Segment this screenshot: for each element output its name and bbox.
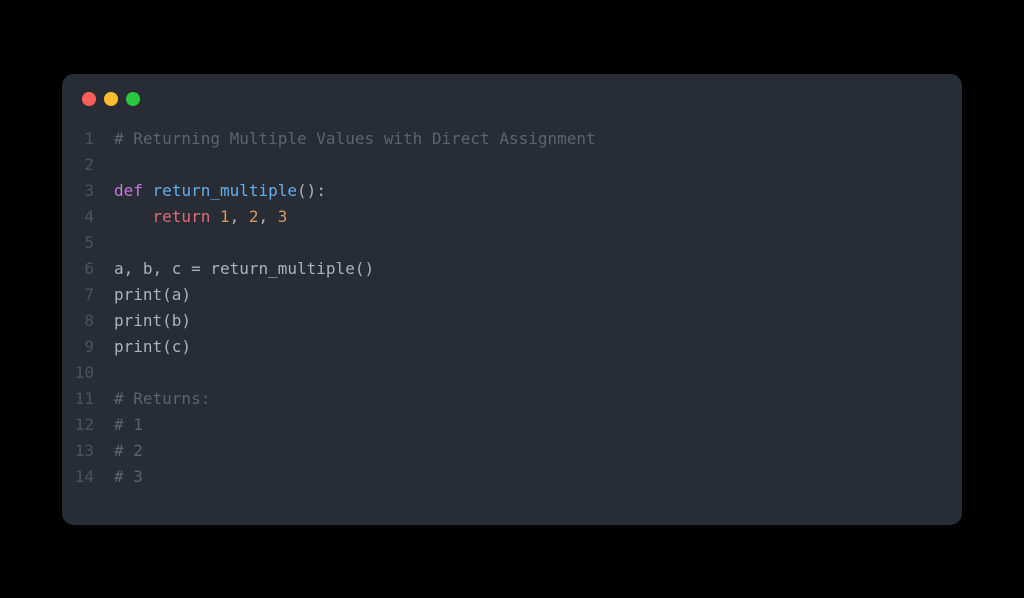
line-number: 4 xyxy=(62,204,114,230)
line-number: 14 xyxy=(62,464,114,490)
code-line: 14 # 3 xyxy=(62,464,962,490)
code-line: 3 def return_multiple(): xyxy=(62,178,962,204)
line-number: 3 xyxy=(62,178,114,204)
line-content: print(a) xyxy=(114,282,962,308)
line-content: print(b) xyxy=(114,308,962,334)
line-number: 2 xyxy=(62,152,114,178)
code-line: 12 # 1 xyxy=(62,412,962,438)
window-titlebar xyxy=(62,74,962,120)
line-content: def return_multiple(): xyxy=(114,178,962,204)
code-line: 11 # Returns: xyxy=(62,386,962,412)
line-content xyxy=(114,152,962,178)
line-content: # 3 xyxy=(114,464,962,490)
line-content xyxy=(114,360,962,386)
line-number: 11 xyxy=(62,386,114,412)
code-line: 1 # Returning Multiple Values with Direc… xyxy=(62,126,962,152)
line-number: 7 xyxy=(62,282,114,308)
line-number: 13 xyxy=(62,438,114,464)
line-content: # Returning Multiple Values with Direct … xyxy=(114,126,962,152)
code-line: 9 print(c) xyxy=(62,334,962,360)
close-icon[interactable] xyxy=(82,92,96,106)
code-line: 4 return 1, 2, 3 xyxy=(62,204,962,230)
code-line: 2 xyxy=(62,152,962,178)
line-content: return 1, 2, 3 xyxy=(114,204,962,230)
line-number: 1 xyxy=(62,126,114,152)
code-window: 1 # Returning Multiple Values with Direc… xyxy=(62,74,962,525)
line-number: 12 xyxy=(62,412,114,438)
code-line: 10 xyxy=(62,360,962,386)
line-number: 10 xyxy=(62,360,114,386)
code-line: 5 xyxy=(62,230,962,256)
code-line: 7 print(a) xyxy=(62,282,962,308)
zoom-icon[interactable] xyxy=(126,92,140,106)
line-content: print(c) xyxy=(114,334,962,360)
code-line: 13 # 2 xyxy=(62,438,962,464)
line-content xyxy=(114,230,962,256)
line-number: 9 xyxy=(62,334,114,360)
code-line: 8 print(b) xyxy=(62,308,962,334)
line-content: # 1 xyxy=(114,412,962,438)
minimize-icon[interactable] xyxy=(104,92,118,106)
line-content: # 2 xyxy=(114,438,962,464)
line-content: a, b, c = return_multiple() xyxy=(114,256,962,282)
line-number: 8 xyxy=(62,308,114,334)
code-line: 6 a, b, c = return_multiple() xyxy=(62,256,962,282)
code-editor: 1 # Returning Multiple Values with Direc… xyxy=(62,120,962,490)
line-content: # Returns: xyxy=(114,386,962,412)
line-number: 6 xyxy=(62,256,114,282)
line-number: 5 xyxy=(62,230,114,256)
